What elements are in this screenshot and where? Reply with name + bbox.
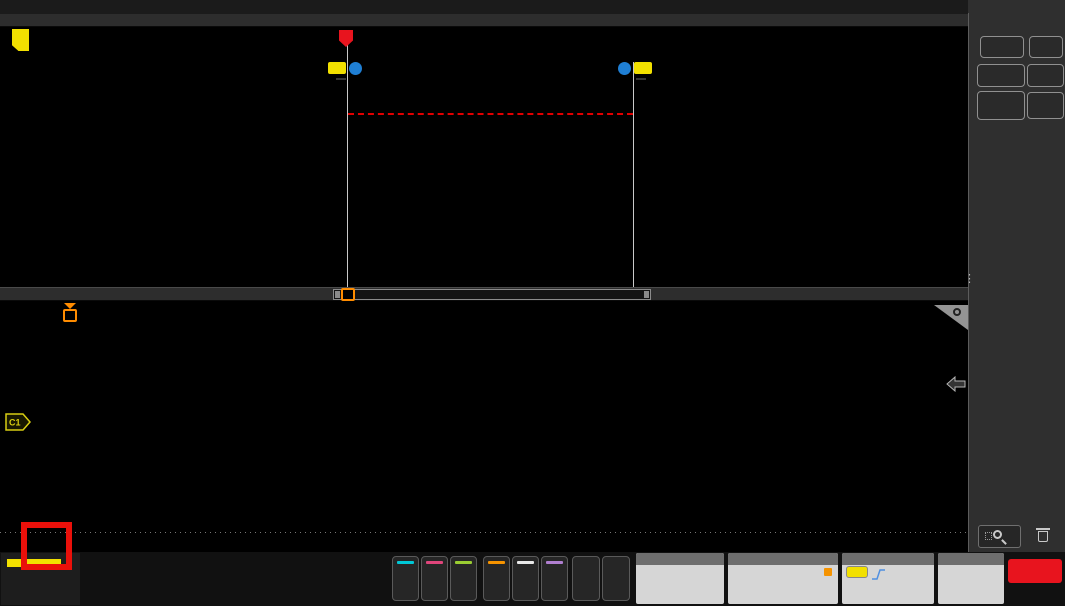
zoom-magnifier-handle-icon: [1001, 539, 1007, 545]
scrollbar-trigger-marker[interactable]: [341, 288, 355, 301]
bottom-toolbar: [0, 552, 1065, 606]
zoom-magnifier-icon: [993, 530, 1002, 539]
trigger-settings-panel[interactable]: [842, 553, 934, 604]
red-highlight-annotation: [21, 522, 72, 570]
add-new-bus-button[interactable]: [541, 556, 568, 601]
horizontal-panel-title: [728, 553, 838, 565]
trash-body-icon: [1038, 531, 1048, 542]
bus-color-stripe: [546, 561, 563, 564]
scrollbar-right-handle[interactable]: [644, 291, 649, 298]
stopped-button[interactable]: [1008, 559, 1062, 583]
scrollbar-left-handle[interactable]: [335, 291, 340, 298]
results-table-button[interactable]: [977, 91, 1025, 120]
plot-button[interactable]: [1027, 92, 1064, 119]
add-new-math-button[interactable]: [483, 556, 510, 601]
channel-4-button[interactable]: [450, 556, 477, 601]
cursors-button[interactable]: [980, 36, 1024, 58]
ref-color-stripe: [517, 561, 534, 564]
note-button[interactable]: [1029, 36, 1063, 58]
trigger-edge-icon: [871, 569, 885, 580]
cursor-delta-line: [348, 113, 633, 115]
cursor-b-channel-chip[interactable]: [634, 62, 652, 74]
oscilloscope-app: { "menu": { "items": ["File", "Edit", "U…: [0, 0, 1065, 606]
cursor-a-line[interactable]: [347, 45, 348, 287]
time-axis-line: [0, 532, 968, 533]
cursor-a-channel-chip[interactable]: [328, 62, 346, 74]
channel-3-color-stripe: [426, 561, 443, 564]
math-color-stripe: [488, 561, 505, 564]
trash-button[interactable]: [1030, 525, 1056, 548]
zoom-mode-button[interactable]: [978, 525, 1021, 548]
right-panel: ⋮: [964, 0, 1065, 552]
zoom-box-icon: [985, 532, 992, 540]
afg-button[interactable]: [602, 556, 630, 601]
cursor-b-chip[interactable]: [618, 62, 631, 75]
splitter-handle[interactable]: ⋮: [964, 272, 975, 285]
horizontal-memory: [824, 566, 834, 578]
measure-button[interactable]: [977, 64, 1025, 87]
cursor-a-chip[interactable]: [349, 62, 362, 75]
menu-bar: [0, 0, 968, 14]
spectrum-view-titlebar: [0, 13, 968, 27]
spectrum-trace-canvas: [0, 27, 968, 287]
waveform-trace-canvas: [0, 303, 968, 552]
channel-3-button[interactable]: [421, 556, 448, 601]
magnifier-icon: [953, 308, 961, 316]
cursor-a-readout: [336, 78, 346, 80]
dvm-button[interactable]: [572, 556, 600, 601]
acquisition-scrollbar[interactable]: [333, 289, 651, 300]
spectrum-settings-panel[interactable]: [636, 553, 724, 604]
acquisition-settings-panel[interactable]: [938, 553, 1004, 604]
add-new-ref-button[interactable]: [512, 556, 539, 601]
horizontal-settings-panel[interactable]: [728, 553, 838, 604]
spectrum-plot[interactable]: [0, 27, 968, 287]
cursor-b-line[interactable]: [633, 62, 634, 287]
svg-text:C1: C1: [9, 418, 21, 428]
trigger-panel-title: [842, 553, 934, 565]
scale-ghost-arrow-icon[interactable]: [946, 376, 966, 392]
memory-usage-icon: [824, 568, 832, 576]
channel-4-color-stripe: [455, 561, 472, 564]
channel-2-color-stripe: [397, 561, 414, 564]
trash-icon: [1036, 528, 1050, 530]
search-button[interactable]: [1027, 64, 1064, 87]
spectrum-panel-title: [636, 553, 724, 565]
waveform-plot[interactable]: C1: [0, 303, 968, 552]
channel-c1-marker[interactable]: C1: [5, 413, 31, 431]
channel-2-button[interactable]: [392, 556, 419, 601]
acquisition-panel-title: [938, 553, 1004, 565]
trigger-source-badge: [846, 566, 868, 578]
cursor-b-readout: [636, 78, 646, 80]
trigger-position-marker[interactable]: [63, 309, 77, 322]
